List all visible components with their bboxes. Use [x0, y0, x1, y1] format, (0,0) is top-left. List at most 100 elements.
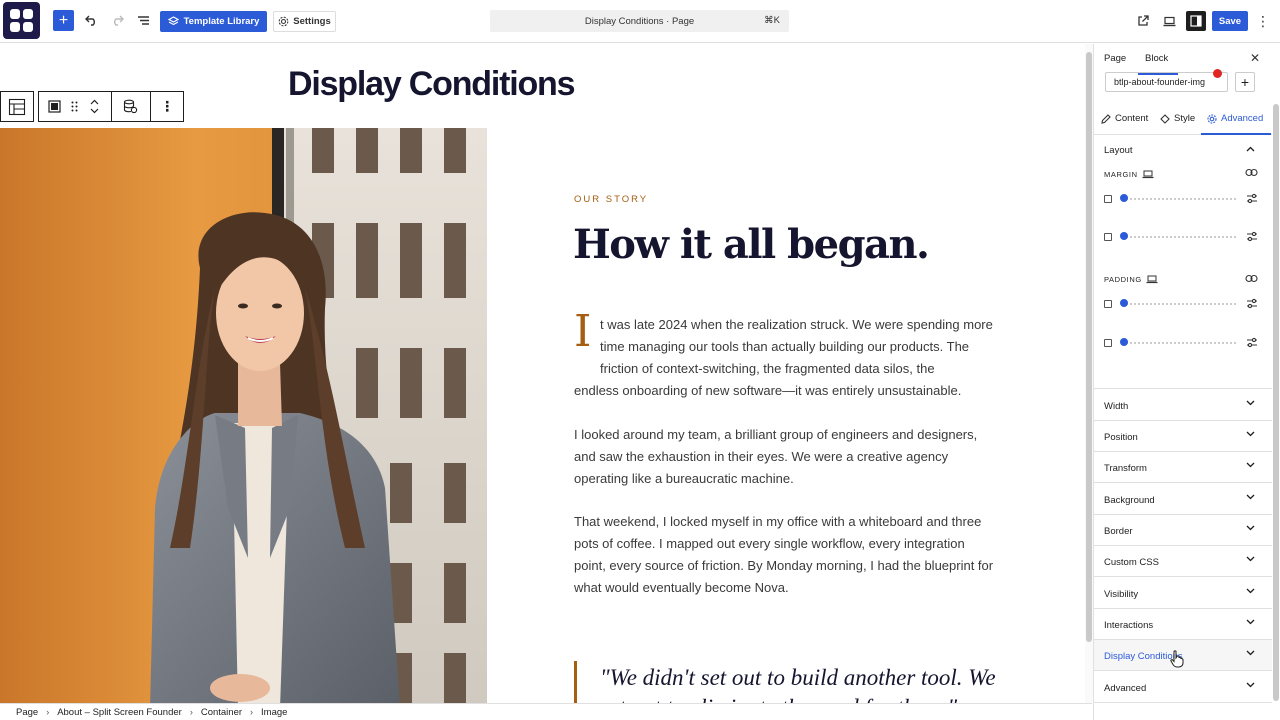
section-transform[interactable]: Transform [1094, 452, 1272, 483]
more-options-icon[interactable]: ⋮ [1256, 11, 1270, 31]
database-icon [124, 99, 138, 114]
story-paragraph-1-end[interactable]: endless onboarding of new software—it wa… [574, 380, 994, 402]
layout-title[interactable]: Layout [1104, 145, 1133, 156]
sidebar-scrollbar-thumb[interactable] [1273, 104, 1279, 701]
story-paragraph-3[interactable]: That weekend, I locked myself in my offi… [574, 511, 994, 599]
story-paragraph-1[interactable]: t was late 2024 when the realization str… [600, 314, 1000, 380]
laptop-icon [1163, 16, 1175, 26]
tab-advanced[interactable]: Advanced [1207, 113, 1263, 124]
story-paragraph-2[interactable]: I looked around my team, a brilliant gro… [574, 424, 994, 490]
block-subtabs: Content Style Advanced [1094, 107, 1272, 135]
section-border[interactable]: Border [1094, 515, 1272, 546]
link-icon[interactable] [1245, 274, 1258, 283]
section-background[interactable]: Background [1094, 484, 1272, 515]
app-logo-icon[interactable] [3, 2, 40, 39]
block-name-field[interactable]: btlp-about-founder-img [1105, 72, 1228, 92]
breadcrumb: Page › About – Split Screen Founder › Co… [0, 703, 1092, 720]
save-button[interactable]: Save [1212, 11, 1248, 31]
slider-handle[interactable] [1120, 338, 1128, 346]
chevron-down-icon [1246, 525, 1255, 531]
device-preview-button[interactable] [1160, 12, 1178, 30]
padding-top-slider[interactable] [1104, 297, 1264, 311]
slider-track[interactable] [1122, 198, 1238, 200]
tab-block[interactable]: Block [1145, 53, 1168, 64]
template-library-button[interactable]: Template Library [160, 11, 267, 32]
move-block-buttons[interactable] [79, 92, 111, 121]
chevron-down-icon [1246, 431, 1255, 437]
sliders-icon[interactable] [1246, 193, 1258, 204]
side-bottom-icon [1104, 233, 1112, 241]
add-class-button[interactable]: + [1235, 72, 1255, 92]
chevron-down-icon[interactable] [90, 108, 99, 114]
section-position[interactable]: Position [1094, 421, 1272, 452]
margin-bottom-slider[interactable] [1104, 230, 1264, 244]
list-view-icon [137, 16, 149, 25]
margin-top-slider[interactable] [1104, 192, 1264, 206]
story-heading[interactable]: How it all began. [573, 221, 930, 268]
settings-button[interactable]: Settings [273, 11, 336, 32]
section-custom-css[interactable]: Custom CSS [1094, 546, 1272, 577]
close-icon[interactable]: ✕ [1250, 51, 1260, 65]
top-toolbar: + Template Library Settings Display Cond… [0, 0, 1280, 43]
plus-icon: + [1240, 74, 1250, 90]
add-block-button[interactable]: + [53, 10, 74, 31]
padding-bottom-slider[interactable] [1104, 336, 1264, 350]
tab-content[interactable]: Content [1101, 113, 1148, 124]
chevron-up-icon[interactable] [90, 99, 99, 105]
notification-badge [1213, 69, 1222, 78]
list-view-button[interactable] [134, 10, 152, 31]
slider-handle[interactable] [1120, 194, 1128, 202]
breadcrumb-item[interactable]: Container [201, 707, 242, 718]
laptop-icon[interactable] [1146, 275, 1158, 284]
founder-photo[interactable] [0, 128, 487, 703]
slider-handle[interactable] [1120, 299, 1128, 307]
slider-track[interactable] [1122, 303, 1238, 305]
command-palette-bar[interactable]: Display Conditions · Page ⌘K [490, 10, 789, 32]
chevron-down-icon [1246, 619, 1255, 625]
section-interactions[interactable]: Interactions [1094, 609, 1272, 640]
settings-label: Settings [293, 16, 331, 27]
undo-button[interactable] [82, 10, 100, 31]
section-visibility[interactable]: Visibility [1094, 578, 1272, 609]
story-eyebrow[interactable]: OUR STORY [574, 194, 648, 205]
tab-style[interactable]: Style [1160, 113, 1195, 124]
section-title: Width [1104, 401, 1129, 412]
drag-handle-icon[interactable] [71, 92, 79, 121]
slider-track[interactable] [1122, 236, 1238, 238]
breadcrumb-item[interactable]: Image [261, 707, 287, 718]
chevron-up-icon[interactable] [1246, 146, 1255, 152]
block-options-icon[interactable]: ⋮ [151, 92, 183, 121]
sliders-icon[interactable] [1246, 298, 1258, 309]
slider-handle[interactable] [1120, 232, 1128, 240]
section-advanced[interactable]: Advanced [1094, 672, 1272, 703]
breadcrumb-item[interactable]: About – Split Screen Founder [57, 707, 182, 718]
chevron-down-icon [1246, 400, 1255, 406]
canvas-scrollbar[interactable] [1085, 44, 1093, 703]
chevron-down-icon [1246, 650, 1255, 656]
breadcrumb-item[interactable]: Page [16, 707, 38, 718]
sliders-icon[interactable] [1246, 337, 1258, 348]
sliders-icon[interactable] [1246, 231, 1258, 242]
undo-icon [84, 15, 95, 26]
view-page-button[interactable] [1134, 12, 1152, 30]
page-title[interactable]: Display Conditions [288, 65, 576, 104]
redo-button[interactable] [108, 10, 126, 31]
parent-block-button[interactable] [0, 91, 34, 122]
chevron-down-icon [1246, 682, 1255, 688]
canvas-scrollbar-thumb[interactable] [1086, 52, 1092, 642]
slider-track[interactable] [1122, 342, 1238, 344]
pull-quote[interactable]: "We didn't set out to build another tool… [600, 663, 1020, 703]
section-width[interactable]: Width [1094, 390, 1272, 421]
margin-label: MARGIN [1104, 170, 1154, 179]
gear-icon [278, 16, 289, 27]
link-icon[interactable] [1245, 168, 1258, 177]
tab-page[interactable]: Page [1104, 53, 1126, 64]
paint-bucket-icon [1160, 113, 1170, 124]
layout-panel: Layout MARGIN PADDING [1094, 136, 1272, 389]
image-block-icon[interactable] [39, 92, 71, 121]
sidebar-toggle-button[interactable] [1186, 11, 1206, 31]
dynamic-data-button[interactable] [112, 92, 151, 121]
laptop-icon[interactable] [1142, 170, 1154, 179]
sidebar-scrollbar[interactable] [1273, 104, 1279, 704]
template-library-label: Template Library [183, 16, 260, 27]
